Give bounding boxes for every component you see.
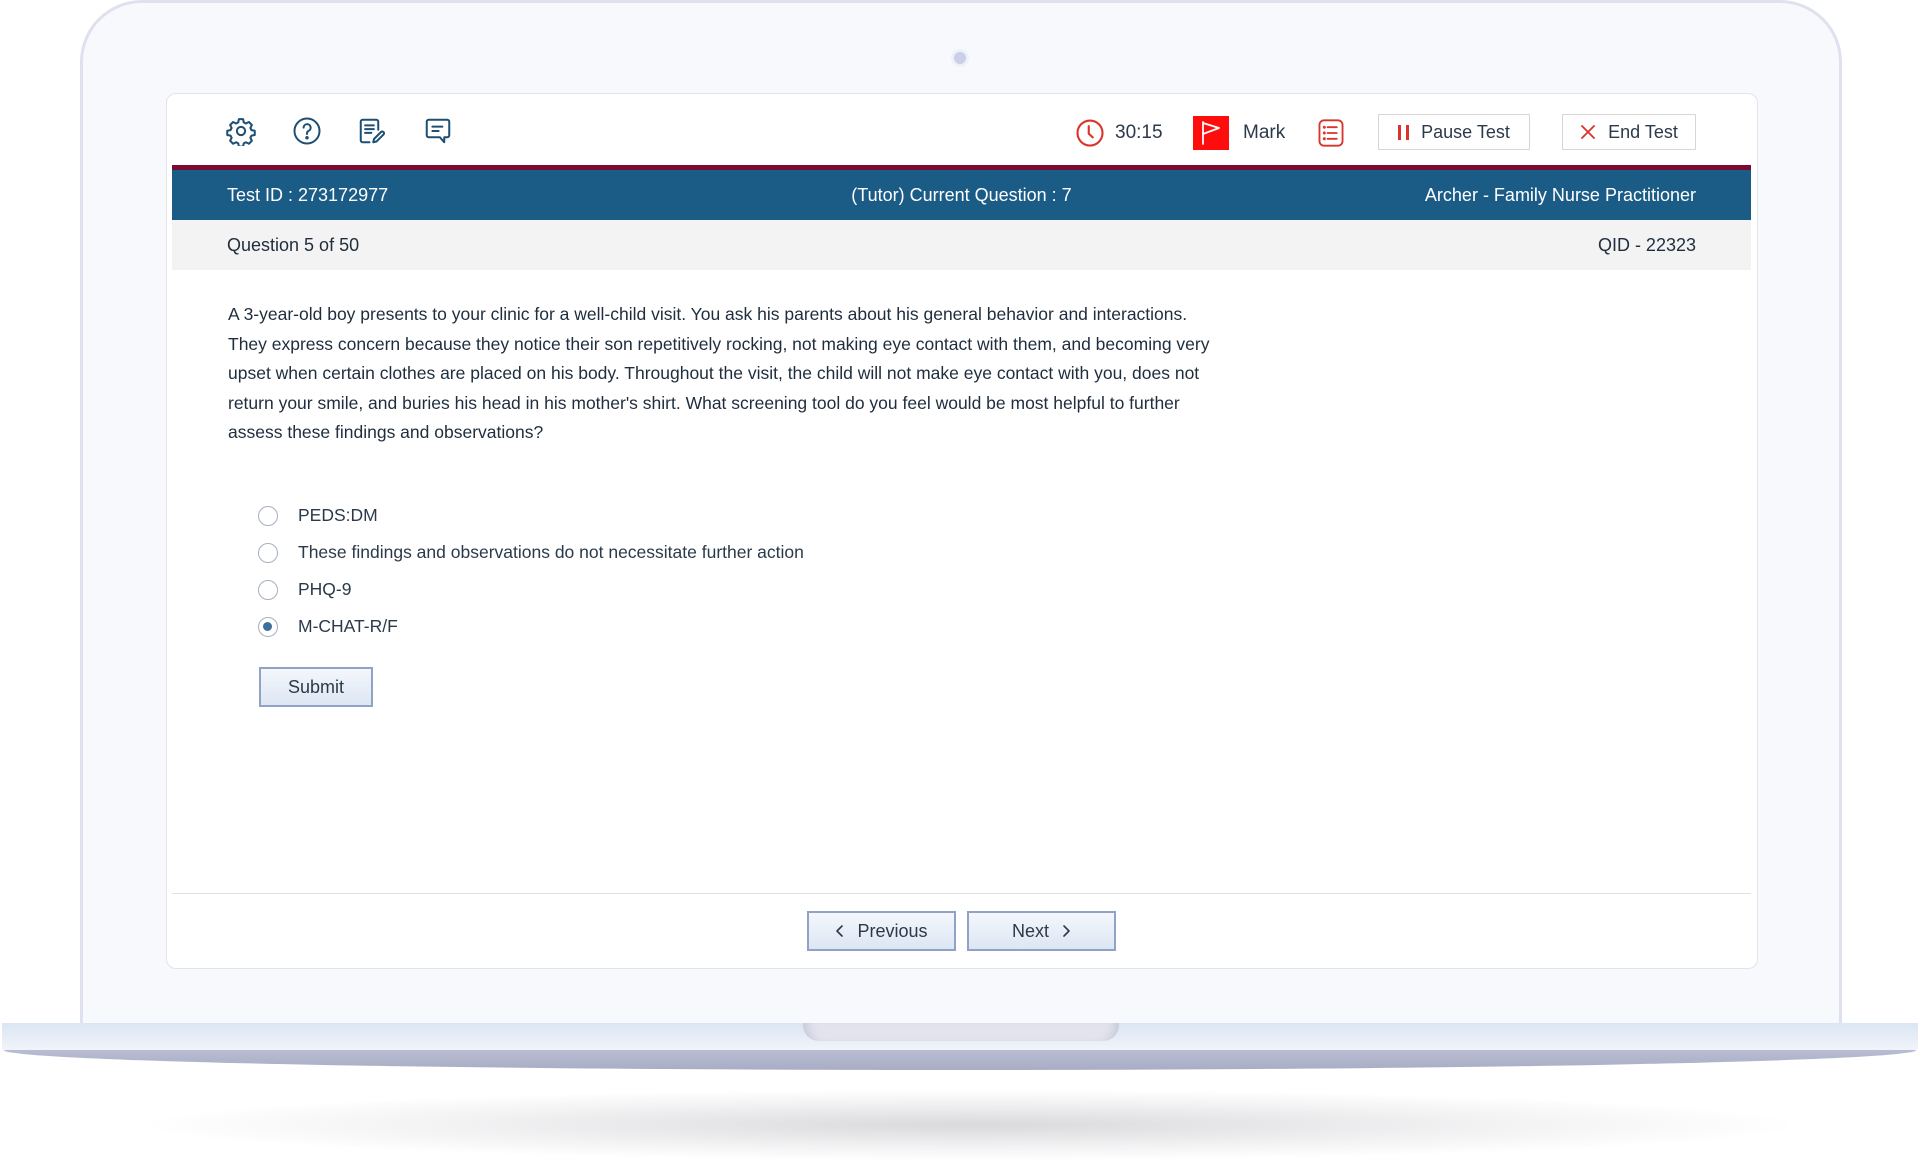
laptop-shadow bbox=[150, 1090, 1790, 1160]
submit-button[interactable]: Submit bbox=[259, 667, 373, 707]
footer-divider bbox=[172, 893, 1751, 894]
question-list-icon[interactable] bbox=[1317, 118, 1345, 148]
chevron-right-icon bbox=[1063, 925, 1070, 937]
answer-options: PEDS:DM These findings and observations … bbox=[258, 497, 804, 645]
clock-icon bbox=[1076, 119, 1104, 147]
webcam bbox=[954, 52, 966, 64]
pause-test-button[interactable]: Pause Test bbox=[1378, 114, 1530, 150]
radio-button[interactable] bbox=[258, 505, 278, 526]
answer-option[interactable]: M-CHAT-R/F bbox=[258, 608, 804, 645]
radio-button[interactable] bbox=[258, 616, 278, 637]
chat-icon[interactable] bbox=[423, 116, 453, 146]
course-name: Archer - Family Nurse Practitioner bbox=[1424, 185, 1696, 205]
next-button[interactable]: Next bbox=[967, 911, 1116, 951]
next-label: Next bbox=[1011, 920, 1049, 941]
answer-option[interactable]: PEDS:DM bbox=[258, 497, 804, 534]
radio-button[interactable] bbox=[258, 579, 278, 600]
chevron-left-icon bbox=[836, 925, 844, 937]
laptop-hinge-notch bbox=[803, 1023, 1119, 1041]
gear-icon[interactable] bbox=[226, 116, 256, 148]
laptop-base-edge bbox=[4, 1050, 1916, 1070]
submit-label: Submit bbox=[287, 676, 345, 697]
pause-icon bbox=[1398, 124, 1410, 140]
answer-option[interactable]: PHQ-9 bbox=[258, 571, 804, 608]
close-icon bbox=[1581, 125, 1596, 139]
answer-option[interactable]: These findings and observations do not n… bbox=[258, 534, 804, 571]
end-test-button[interactable]: End Test bbox=[1562, 114, 1696, 150]
question-info-bar: Question 5 of 50 QID - 22323 bbox=[172, 220, 1751, 270]
option-label: These findings and observations do not n… bbox=[298, 542, 804, 562]
timer-value: 30:15 bbox=[1115, 122, 1163, 143]
question-id: QID - 22323 bbox=[1597, 235, 1696, 255]
option-label: PEDS:DM bbox=[298, 505, 378, 525]
option-label: PHQ-9 bbox=[298, 579, 352, 599]
notes-icon[interactable] bbox=[357, 116, 387, 146]
mark-button[interactable]: Mark bbox=[1193, 116, 1285, 150]
option-label: M-CHAT-R/F bbox=[298, 616, 398, 636]
question-progress: Question 5 of 50 bbox=[227, 235, 360, 255]
question-stem: A 3-year-old boy presents to your clinic… bbox=[228, 304, 1210, 443]
previous-label: Previous bbox=[857, 920, 928, 941]
test-info-bar: Test ID : 273172977 (Tutor) Current Ques… bbox=[172, 170, 1751, 220]
flag-icon bbox=[1193, 116, 1229, 150]
mark-label: Mark bbox=[1243, 122, 1286, 143]
help-icon[interactable] bbox=[292, 116, 322, 146]
radio-button[interactable] bbox=[258, 542, 278, 563]
previous-button[interactable]: Previous bbox=[807, 911, 956, 951]
timer: 30:15 bbox=[1075, 118, 1163, 148]
end-test-label: End Test bbox=[1608, 121, 1678, 142]
pause-test-label: Pause Test bbox=[1421, 121, 1510, 142]
